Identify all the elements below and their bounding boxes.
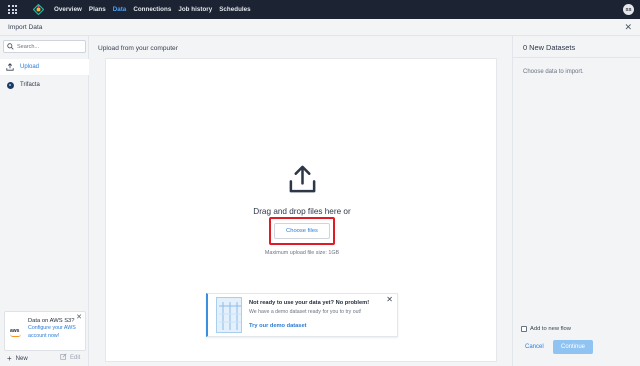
- app-logo[interactable]: [32, 3, 45, 16]
- new-datasets-count: 0 New Datasets: [523, 43, 576, 52]
- nav-schedules[interactable]: Schedules: [219, 6, 250, 13]
- trifacta-icon: [6, 81, 14, 89]
- close-icon[interactable]: ✕: [624, 22, 632, 33]
- edit-button[interactable]: Edit: [60, 353, 80, 361]
- page-title: Import Data: [8, 24, 43, 31]
- demo-card-subtitle: We have a demo dataset ready for you to …: [249, 309, 362, 315]
- aws-logo: aws: [10, 328, 22, 337]
- new-datasets-panel: 0 New Datasets Choose data to import. Ad…: [512, 36, 640, 366]
- file-drop-zone[interactable]: Drag and drop files here or Choose files…: [105, 58, 497, 362]
- search-box[interactable]: [3, 40, 86, 53]
- app-grid-icon[interactable]: [8, 5, 17, 14]
- plus-icon: +: [7, 354, 12, 363]
- checkbox-box[interactable]: [521, 326, 527, 332]
- sidebar-item-label: Trifacta: [20, 82, 40, 88]
- dataset-table-icon: [216, 297, 242, 333]
- nav-overview[interactable]: Overview: [54, 6, 82, 13]
- sidebar-item-upload[interactable]: Upload: [0, 59, 89, 75]
- upload-icon: [289, 165, 316, 193]
- upload-icon: [6, 63, 14, 71]
- divider: [513, 57, 640, 58]
- cancel-button[interactable]: Cancel: [525, 344, 544, 350]
- import-data-header: Import Data ✕: [0, 19, 640, 36]
- checkbox-label: Add to new flow: [530, 326, 571, 332]
- nav-job-history[interactable]: Job history: [178, 6, 212, 13]
- try-demo-dataset-link[interactable]: Try our demo dataset: [249, 323, 307, 329]
- edit-icon: [60, 353, 67, 360]
- nav-connections[interactable]: Connections: [133, 6, 171, 13]
- search-icon: [7, 43, 14, 50]
- nav-data[interactable]: Data: [113, 6, 127, 13]
- choose-files-button[interactable]: Choose files: [274, 223, 330, 239]
- nav-plans[interactable]: Plans: [89, 6, 106, 13]
- aws-configure-link[interactable]: Configure your AWS account now!: [28, 325, 83, 340]
- max-upload-size: Maximum upload file size: 1GB: [264, 250, 340, 256]
- aws-s3-promo-card: aws Data on AWS S3? Configure your AWS a…: [4, 311, 86, 351]
- aws-card-title: Data on AWS S3?: [28, 318, 75, 324]
- add-to-new-flow-checkbox[interactable]: Add to new flow: [521, 326, 571, 332]
- sidebar-footer: + New Edit: [0, 349, 89, 366]
- empty-hint: Choose data to import.: [523, 69, 584, 75]
- user-avatar[interactable]: SS: [623, 4, 634, 15]
- source-sidebar: Upload Trifacta aws Data on AWS S3? Conf…: [0, 36, 89, 366]
- main-nav: Overview Plans Data Connections Job hist…: [54, 6, 258, 13]
- new-button[interactable]: + New: [7, 353, 28, 363]
- demo-dataset-card: Not ready to use your data yet? No probl…: [206, 293, 398, 337]
- close-icon[interactable]: ✕: [386, 295, 393, 304]
- search-input[interactable]: [17, 43, 77, 50]
- demo-card-title: Not ready to use your data yet? No probl…: [249, 300, 370, 306]
- upload-main: Upload from your computer Drag and drop …: [89, 36, 512, 366]
- sidebar-item-trifacta[interactable]: Trifacta: [0, 77, 89, 93]
- sidebar-item-label: Upload: [20, 64, 40, 70]
- top-nav-bar: Overview Plans Data Connections Job hist…: [0, 0, 640, 19]
- drag-drop-text: Drag and drop files here or: [253, 207, 351, 216]
- section-title: Upload from your computer: [98, 45, 178, 52]
- continue-button[interactable]: Continue: [553, 340, 593, 354]
- close-icon[interactable]: ✕: [76, 313, 82, 321]
